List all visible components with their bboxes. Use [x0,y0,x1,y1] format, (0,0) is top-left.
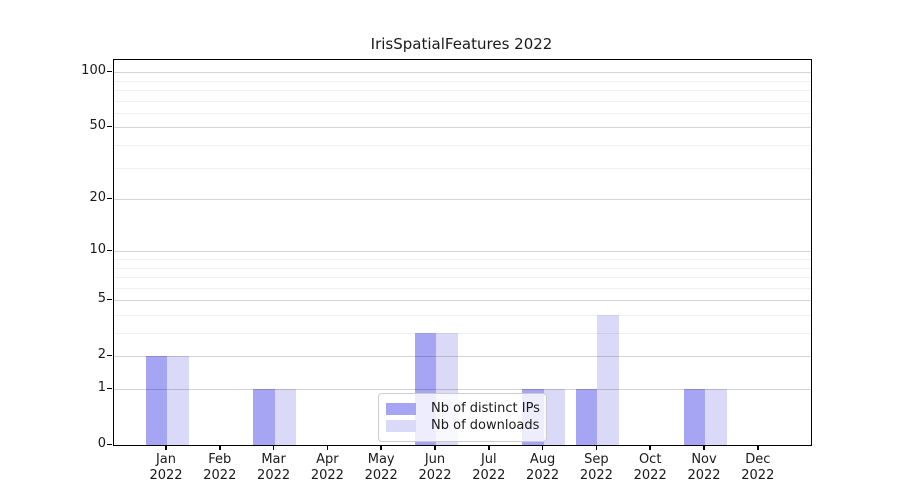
y-tick-mark-0 [107,444,112,446]
gridline-major-2 [114,356,811,357]
x-tick-mark-jan [165,445,167,450]
y-tick-mark-1 [107,388,112,390]
x-tick-label-oct: Oct 2022 [620,452,680,484]
bar-jan-distinct-ips [146,356,168,445]
x-tick-mark-feb [219,445,221,450]
y-tick-label-50: 50 [0,118,106,134]
y-tick-label-10: 10 [0,242,106,258]
x-tick-label-nov: Nov 2022 [674,452,734,484]
legend-swatch-downloads [386,420,416,432]
y-tick-label-5: 5 [0,291,106,307]
x-tick-mark-sep [596,445,598,450]
y-tick-mark-100 [107,71,112,73]
x-tick-label-dec: Dec 2022 [728,452,788,484]
gridline-major-20 [114,199,811,200]
x-tick-mark-mar [273,445,275,450]
legend: Nb of distinct IPs Nb of downloads [378,393,547,442]
gridline-minor-40 [114,145,811,146]
x-tick-mark-nov [703,445,705,450]
x-tick-label-aug: Aug 2022 [513,452,573,484]
y-tick-mark-5 [107,299,112,301]
gridline-minor-30 [114,168,811,169]
x-tick-mark-jun [434,445,436,450]
x-tick-mark-jul [488,445,490,450]
x-tick-mark-aug [542,445,544,450]
x-tick-label-jul: Jul 2022 [459,452,519,484]
gridline-minor-9 [114,259,811,260]
legend-item-downloads: Nb of downloads [386,418,538,433]
y-tick-label-100: 100 [0,63,106,79]
x-tick-mark-apr [327,445,329,450]
x-tick-mark-may [380,445,382,450]
legend-label-distinct-ips: Nb of distinct IPs [431,401,540,416]
bar-mar-downloads [275,389,297,445]
gridline-minor-70 [114,101,811,102]
gridline-minor-4 [114,315,811,316]
y-tick-label-1: 1 [0,380,106,396]
bar-sep-distinct-ips [576,389,598,445]
x-tick-label-may: May 2022 [351,452,411,484]
bar-sep-downloads [597,315,619,445]
x-tick-label-feb: Feb 2022 [190,452,250,484]
x-tick-mark-dec [757,445,759,450]
y-tick-label-2: 2 [0,347,106,363]
bar-nov-distinct-ips [684,389,706,445]
bar-mar-distinct-ips [253,389,275,445]
gridline-minor-8 [114,268,811,269]
y-tick-mark-2 [107,355,112,357]
gridline-minor-7 [114,277,811,278]
legend-label-downloads: Nb of downloads [431,418,539,433]
bar-nov-downloads [705,389,727,445]
y-tick-mark-10 [107,250,112,252]
x-tick-mark-oct [649,445,651,450]
gridline-minor-80 [114,90,811,91]
y-tick-mark-50 [107,126,112,128]
y-tick-mark-20 [107,198,112,200]
x-tick-label-mar: Mar 2022 [244,452,304,484]
x-tick-label-sep: Sep 2022 [566,452,626,484]
gridline-major-5 [114,300,811,301]
x-tick-label-jun: Jun 2022 [405,452,465,484]
plot-area: Nb of distinct IPs Nb of downloads [113,59,812,446]
gridline-minor-60 [114,113,811,114]
gridline-minor-3 [114,333,811,334]
x-tick-label-jan: Jan 2022 [136,452,196,484]
gridline-major-50 [114,127,811,128]
gridline-minor-90 [114,81,811,82]
gridline-major-1 [114,389,811,390]
chart: IrisSpatialFeatures 2022 Nb of distinct … [0,0,900,500]
y-tick-label-0: 0 [0,436,106,452]
y-tick-label-20: 20 [0,190,106,206]
legend-swatch-distinct-ips [386,403,416,415]
x-tick-label-apr: Apr 2022 [297,452,357,484]
gridline-major-10 [114,251,811,252]
bar-jan-downloads [167,356,189,445]
legend-item-distinct-ips: Nb of distinct IPs [386,401,538,416]
gridline-minor-6 [114,288,811,289]
chart-title: IrisSpatialFeatures 2022 [113,35,810,53]
gridline-major-100 [114,72,811,73]
